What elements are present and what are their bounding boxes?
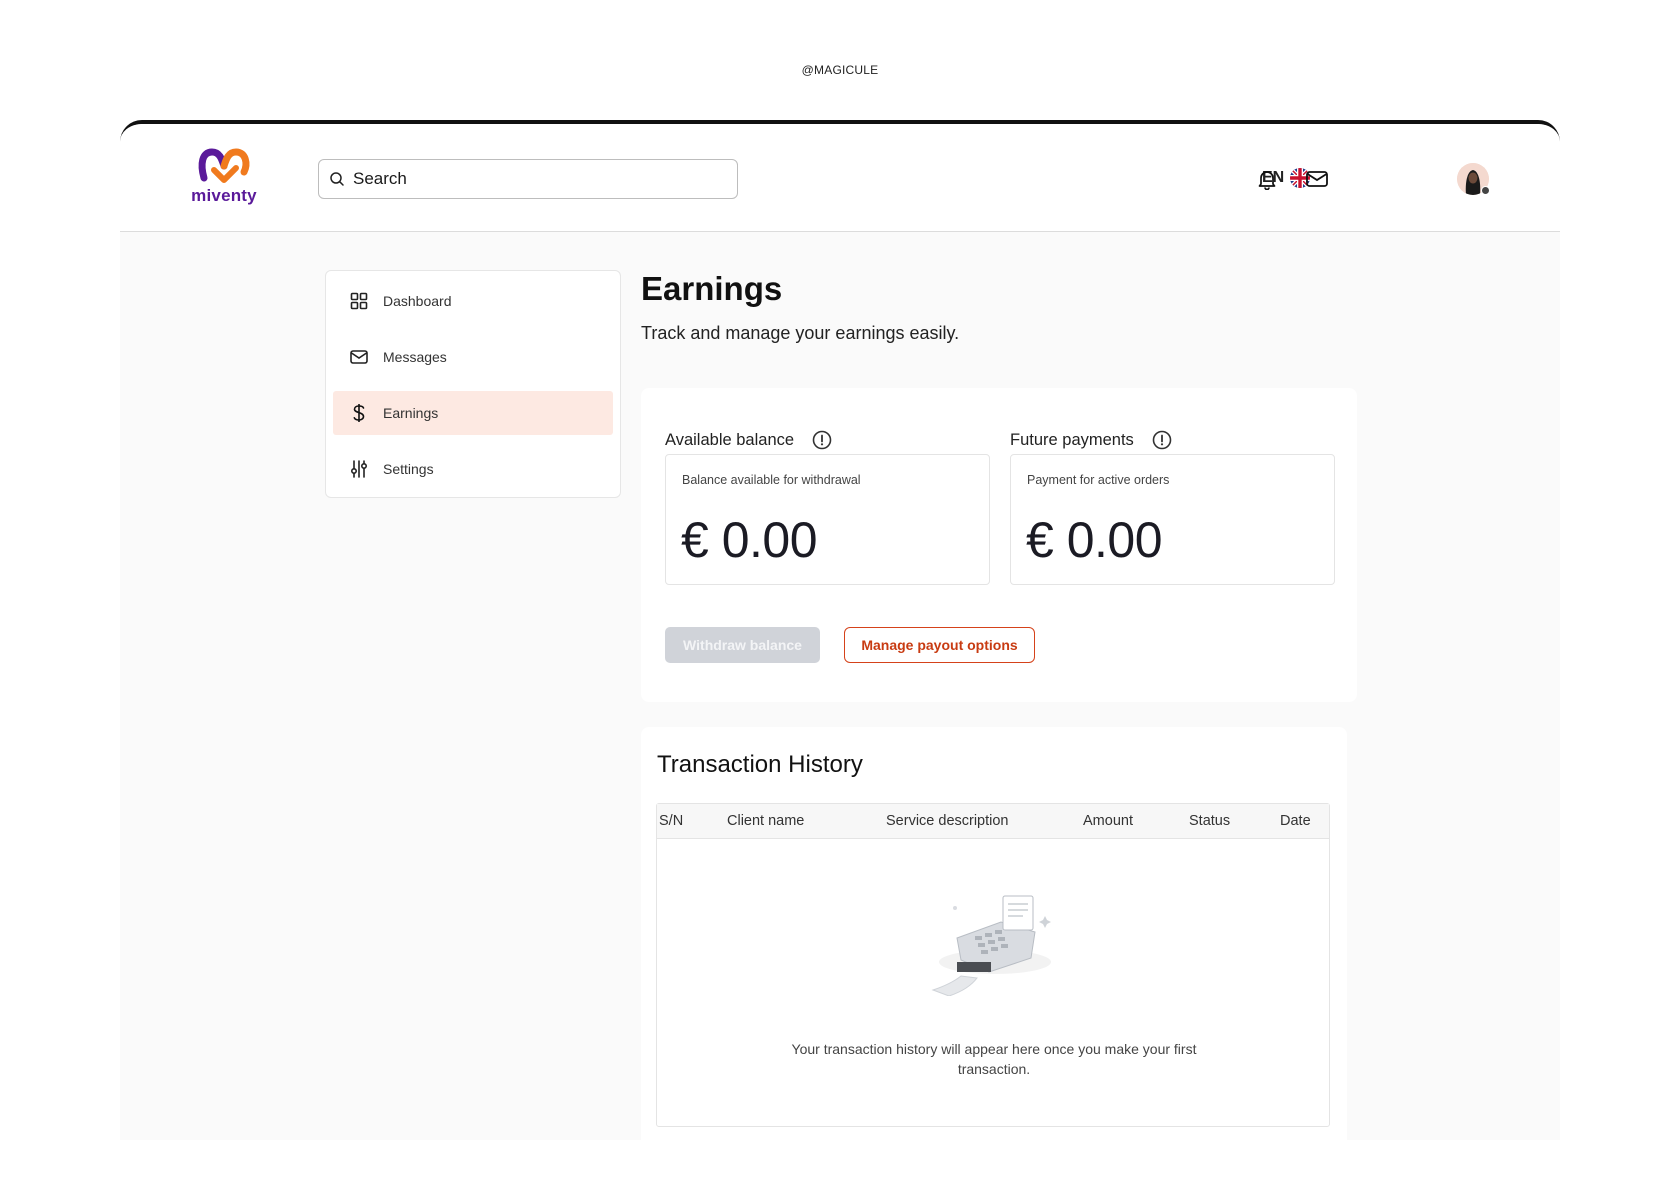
available-balance-box: Balance available for withdrawal € 0.00	[665, 454, 990, 585]
column-header-amount[interactable]: Amount	[1083, 813, 1133, 829]
search-icon	[330, 172, 344, 186]
sidebar-item-messages[interactable]: Messages	[333, 335, 613, 379]
envelope-icon	[1306, 171, 1328, 187]
miventy-logo[interactable]: miventy	[188, 146, 260, 212]
transaction-history-card: Transaction History S/N Client name Serv…	[641, 727, 1347, 1140]
page-subtitle: Track and manage your earnings easily.	[641, 323, 960, 343]
online-status-dot	[1481, 186, 1490, 195]
info-icon[interactable]	[812, 430, 832, 450]
sidebar-nav: Dashboard Messages Earnings Settings	[325, 270, 621, 498]
payment-terminal-illustration	[931, 895, 1051, 996]
column-header-sn[interactable]: S/N	[659, 813, 683, 829]
page-title: Earnings	[641, 270, 783, 307]
available-balance-amount: € 0.00	[681, 512, 818, 568]
future-payments-amount: € 0.00	[1026, 512, 1163, 568]
column-header-service-description[interactable]: Service description	[886, 813, 1009, 829]
available-balance-caption: Balance available for withdrawal	[682, 473, 861, 487]
column-header-status[interactable]: Status	[1189, 813, 1230, 829]
sidebar-item-dashboard[interactable]: Dashboard	[333, 279, 613, 323]
sidebar-item-label: Messages	[383, 349, 447, 365]
sidebar-item-label: Dashboard	[383, 293, 452, 309]
available-balance-heading: Available balance	[665, 430, 832, 450]
app-window: miventy EN	[120, 120, 1560, 1140]
sidebar-item-label: Earnings	[383, 405, 439, 421]
available-balance-label: Available balance	[665, 430, 795, 449]
future-payments-caption: Payment for active orders	[1027, 473, 1170, 487]
search-bar[interactable]	[318, 159, 738, 199]
empty-state-text: Your transaction history will appear her…	[791, 1041, 1197, 1077]
logo-text: miventy	[191, 186, 257, 205]
future-payments-label: Future payments	[1010, 430, 1134, 449]
envelope-icon	[349, 347, 369, 367]
messages-button[interactable]	[1304, 166, 1330, 192]
table-header: S/N Client name Service description Amou…	[657, 804, 1329, 839]
search-input[interactable]	[353, 169, 723, 189]
future-payments-heading: Future payments	[1010, 430, 1172, 450]
grid-icon	[349, 291, 369, 311]
transaction-history-title: Transaction History	[657, 751, 863, 778]
dollar-icon	[349, 403, 369, 423]
sidebar-item-settings[interactable]: Settings	[333, 447, 613, 491]
column-header-client-name[interactable]: Client name	[727, 813, 804, 829]
info-icon[interactable]	[1152, 430, 1172, 450]
transaction-table: S/N Client name Service description Amou…	[656, 803, 1330, 1127]
withdraw-balance-button[interactable]: Withdraw balance	[665, 627, 820, 663]
bell-icon	[1258, 171, 1276, 190]
balance-card: Available balance Balance available for …	[641, 388, 1357, 702]
sliders-icon	[349, 459, 369, 479]
sidebar-item-earnings[interactable]: Earnings	[333, 391, 613, 435]
column-header-date[interactable]: Date	[1280, 813, 1311, 829]
watermark-text: @MAGICULE	[801, 63, 879, 77]
top-navbar: miventy EN	[120, 124, 1560, 232]
notifications-button[interactable]	[1254, 166, 1280, 192]
manage-payout-options-button[interactable]: Manage payout options	[844, 627, 1035, 663]
future-payments-box: Payment for active orders € 0.00	[1010, 454, 1335, 585]
sidebar-item-label: Settings	[383, 461, 434, 477]
